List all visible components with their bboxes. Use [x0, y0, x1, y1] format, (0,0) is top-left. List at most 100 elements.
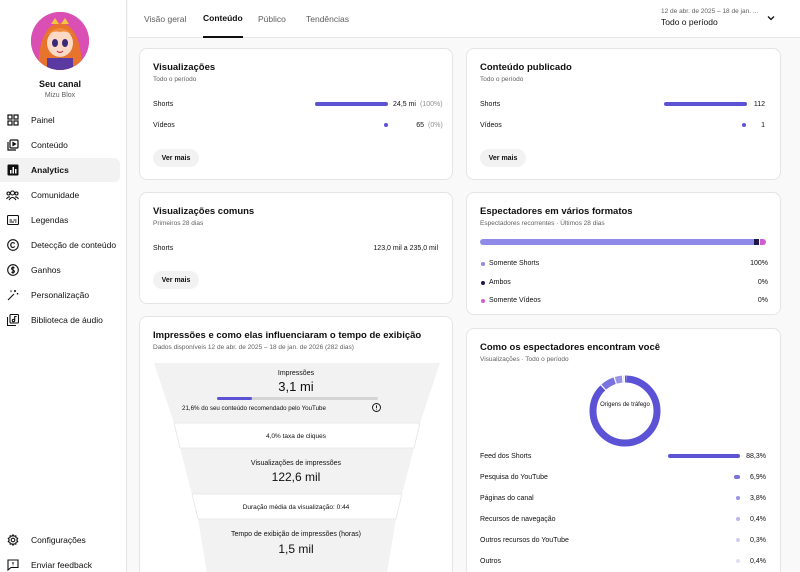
- row-label: Shorts: [480, 101, 501, 108]
- sidebar-item-biblioteca-audio[interactable]: Biblioteca de áudio: [0, 308, 120, 332]
- traffic-source-bar: [667, 454, 740, 458]
- sidebar-item-label: Painel: [31, 115, 55, 125]
- card-subtitle: Todo o período: [480, 76, 524, 83]
- sidebar-item-label: Personalização: [31, 290, 90, 300]
- traffic-source-label: Feed dos Shorts: [480, 453, 532, 460]
- sidebar-item-label: Enviar feedback: [31, 560, 92, 570]
- sidebar-item-analytics[interactable]: Analytics: [0, 158, 120, 182]
- row-value: 123,0 mil a 235,0 mil: [373, 245, 438, 252]
- card-title: Visualizações: [153, 62, 216, 73]
- info-icon[interactable]: [372, 403, 381, 412]
- analytics-icon: [6, 164, 19, 177]
- sidebar-item-ganhos[interactable]: Ganhos: [0, 258, 120, 282]
- recommended-progress-track: [217, 397, 378, 400]
- card-title: Visualizações comuns: [153, 206, 255, 217]
- row-value: 24,5 mi: [393, 101, 416, 108]
- gear-icon: [6, 534, 19, 547]
- sidebar-item-configuracoes[interactable]: Configurações: [0, 528, 120, 552]
- avg-duration-text: Duração média da visualização: 0:44: [242, 504, 350, 511]
- tab-visao-geral[interactable]: Visão geral: [144, 0, 186, 38]
- avatar[interactable]: [31, 12, 89, 70]
- card-subtitle: Visualizações · Todo o período: [480, 356, 569, 363]
- donut-slice: [589, 375, 661, 447]
- sidebar-item-enviar-feedback[interactable]: Enviar feedback: [0, 553, 120, 572]
- tab-conteudo[interactable]: Conteúdo: [203, 0, 243, 38]
- traffic-source-value: 0,4%: [750, 558, 766, 565]
- multi-format-viewers-card: Espectadores em vários formatos Espectad…: [466, 192, 781, 315]
- date-period-text: Todo o período: [661, 17, 718, 27]
- sidebar-item-legendas[interactable]: Legendas: [0, 208, 120, 232]
- date-range-text: 12 de abr. de 2025 – 18 de jan. ...: [661, 8, 759, 15]
- ver-mais-button[interactable]: Ver mais: [480, 149, 526, 167]
- row-value: 1: [761, 122, 765, 129]
- legend-label: Ambos: [489, 279, 511, 286]
- card-title: Espectadores em vários formatos: [480, 206, 633, 217]
- magic-wand-icon: [6, 289, 19, 302]
- sidebar-item-label: Analytics: [31, 165, 69, 175]
- recommended-progress-fill: [217, 397, 252, 400]
- traffic-source-label: Outros recursos do YouTube: [480, 537, 569, 544]
- sidebar-item-label: Configurações: [31, 535, 86, 545]
- watch-time-label: Tempo de exibição de impressões (horas): [231, 531, 361, 538]
- tab-publico[interactable]: Público: [258, 0, 286, 38]
- sidebar-item-conteudo[interactable]: Conteúdo: [0, 133, 120, 157]
- impression-views-value: 122,6 mil: [271, 470, 321, 484]
- audio-library-icon: [6, 314, 19, 327]
- card-subtitle: Espectadores recorrentes · Últimos 28 di…: [480, 220, 605, 227]
- traffic-source-label: Páginas do canal: [480, 495, 534, 502]
- published-content-card: Conteúdo publicado Todo o período Shorts…: [466, 48, 781, 180]
- sidebar-item-label: Comunidade: [31, 190, 80, 200]
- traffic-source-label: Outros: [480, 558, 502, 565]
- legend-dot: [481, 281, 485, 285]
- published-shorts-bar: [664, 102, 747, 106]
- impressions-value: 3,1 mi: [278, 379, 314, 394]
- community-icon: [6, 189, 19, 202]
- row-label: Shorts: [153, 245, 174, 252]
- donut-center-label: Origens de tráfego: [600, 402, 650, 408]
- impressions-label: Impressões: [277, 370, 315, 377]
- ver-mais-button[interactable]: Ver mais: [153, 271, 199, 289]
- channel-name: Mizu Blox: [44, 92, 76, 99]
- chevron-down-icon: [767, 16, 775, 21]
- shorts-only-segment: [480, 239, 754, 245]
- row-percentage: (0%): [428, 122, 443, 129]
- tab-tendencias[interactable]: Tendências: [306, 0, 349, 38]
- ver-mais-button[interactable]: Ver mais: [153, 149, 199, 167]
- traffic-source-value: 0,4%: [750, 516, 766, 523]
- dashboard-icon: [6, 114, 19, 127]
- sidebar-item-comunidade[interactable]: Comunidade: [0, 183, 120, 207]
- content-icon: [6, 139, 19, 152]
- legend-value: 0%: [757, 279, 768, 286]
- impression-views-label: Visualizações de impressões: [250, 460, 342, 467]
- videos-only-segment: [760, 239, 766, 245]
- traffic-source-value: 3,8%: [750, 495, 766, 502]
- row-value: 65: [416, 122, 424, 129]
- traffic-source-value: 88,3%: [746, 453, 766, 460]
- common-views-card: Visualizações comuns Primeiros 28 dias S…: [139, 192, 453, 304]
- traffic-source-label: Pesquisa do YouTube: [480, 474, 548, 481]
- traffic-donut-chart: [589, 375, 661, 447]
- row-percentage: (100%): [420, 101, 443, 108]
- traffic-source-value: 0,3%: [750, 537, 766, 544]
- watch-time-value: 1,5 mil: [278, 542, 314, 556]
- feedback-icon: [6, 559, 19, 572]
- traffic-source-value: 6,9%: [750, 474, 766, 481]
- views-videos-dot: [384, 123, 388, 127]
- legend-label: Somente Shorts: [489, 260, 540, 267]
- earn-icon: [6, 264, 19, 277]
- sidebar-item-painel[interactable]: Painel: [0, 108, 120, 132]
- card-title: Como os espectadores encontram você: [480, 342, 661, 353]
- views-shorts-bar: [315, 102, 388, 106]
- traffic-sources-card: Como os espectadores encontram você Visu…: [466, 328, 781, 572]
- both-segment: [754, 239, 759, 245]
- sidebar: Seu canal Mizu Blox Painel Conteúdo Anal…: [0, 0, 127, 572]
- views-card: Visualizações Todo o período Shorts 24,5…: [139, 48, 453, 180]
- row-value: 112: [753, 101, 765, 108]
- sidebar-item-label: Detecção de conteúdo: [31, 240, 117, 250]
- sidebar-item-deteccao[interactable]: Detecção de conteúdo: [0, 233, 120, 257]
- tab-bar: Visão geral Conteúdo Público Tendências …: [128, 0, 800, 38]
- impressions-card: Impressões e como elas influenciaram o t…: [139, 316, 453, 572]
- traffic-source-label: Recursos de navegação: [480, 516, 556, 523]
- copyright-icon: [6, 239, 19, 252]
- sidebar-item-personalizacao[interactable]: Personalização: [0, 283, 120, 307]
